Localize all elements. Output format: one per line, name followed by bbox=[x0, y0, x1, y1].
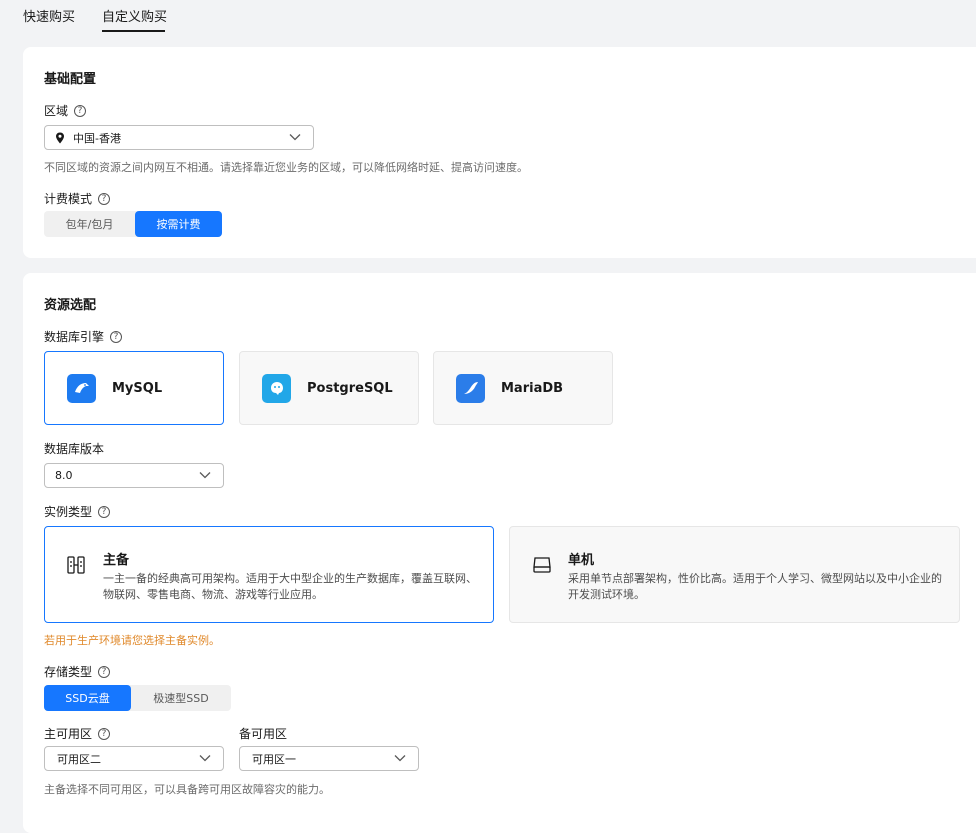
storage-label: 存储类型 bbox=[44, 665, 93, 679]
region-label-row: 区域 ? bbox=[44, 102, 87, 119]
instance-desc: 一主一备的经典高可用架构。适用于大中型企业的生产数据库，覆盖互联网、 物联网、零… bbox=[103, 571, 477, 603]
instance-title: 单机 bbox=[568, 553, 595, 568]
instance-option-primary-standby[interactable]: 主备 一主一备的经典高可用架构。适用于大中型企业的生产数据库，覆盖互联网、 物联… bbox=[44, 526, 494, 623]
billing-option-yearly[interactable]: 包年/包月 bbox=[44, 211, 135, 237]
engine-name: MariaDB bbox=[501, 380, 564, 396]
chevron-down-icon bbox=[199, 472, 211, 479]
storage-label-row: 存储类型 ? bbox=[44, 663, 111, 680]
tab-custom-buy[interactable]: 自定义购买 bbox=[102, 6, 167, 25]
instance-desc-line: 开发测试环境。 bbox=[568, 588, 645, 601]
basic-config-title: 基础配置 bbox=[44, 72, 97, 87]
storage-option-ultra-ssd[interactable]: 极速型SSD bbox=[131, 685, 231, 711]
billing-label-row: 计费模式 ? bbox=[44, 190, 111, 207]
help-icon[interactable]: ? bbox=[98, 505, 111, 518]
resource-config-card: 资源选配 数据库引擎 ? MySQL PostgreSQL MariaDB 数据… bbox=[23, 273, 976, 833]
version-select[interactable]: 8.0 bbox=[44, 463, 224, 488]
engine-label-row: 数据库引擎 ? bbox=[44, 328, 123, 345]
billing-mode-switch: 包年/包月 按需计费 bbox=[44, 211, 222, 237]
region-hint: 不同区域的资源之间内网互不相通。请选择靠近您业务的区域，可以降低网络时延、提高访… bbox=[44, 161, 528, 174]
instance-desc-line: 采用单节点部署架构，性价比高。适用于个人学习、微型网站以及中小企业的 bbox=[568, 572, 942, 585]
instance-label-row: 实例类型 ? bbox=[44, 503, 111, 520]
billing-label: 计费模式 bbox=[44, 192, 93, 206]
instance-warning: 若用于生产环境请您选择主备实例。 bbox=[44, 634, 220, 647]
tab-quick-buy[interactable]: 快速购买 bbox=[23, 6, 75, 25]
basic-config-card: 基础配置 区域 ? 中国-香港 不同区域的资源之间内网互不相通。请选择靠近您业务… bbox=[23, 47, 976, 258]
primary-az-select[interactable]: 可用区二 bbox=[44, 746, 224, 771]
instance-option-single[interactable]: 单机 采用单节点部署架构，性价比高。适用于个人学习、微型网站以及中小企业的 开发… bbox=[509, 526, 960, 623]
active-tab-indicator bbox=[102, 30, 165, 32]
primary-az-value: 可用区二 bbox=[57, 752, 101, 766]
help-icon[interactable]: ? bbox=[98, 192, 111, 205]
mysql-logo-icon bbox=[67, 373, 96, 403]
region-value: 中国-香港 bbox=[73, 131, 121, 145]
version-label: 数据库版本 bbox=[44, 442, 105, 456]
help-icon[interactable]: ? bbox=[74, 104, 87, 117]
mariadb-logo-icon bbox=[456, 373, 485, 403]
engine-option-postgresql[interactable]: PostgreSQL bbox=[239, 351, 419, 425]
primary-standby-icon bbox=[67, 556, 85, 574]
chevron-down-icon bbox=[289, 134, 301, 141]
primary-az-label-row: 主可用区 ? bbox=[44, 725, 111, 742]
purchase-tabs: 快速购买 自定义购买 bbox=[0, 0, 976, 36]
instance-desc-line: 一主一备的经典高可用架构。适用于大中型企业的生产数据库，覆盖互联网、 bbox=[103, 572, 477, 585]
chevron-down-icon bbox=[199, 755, 211, 762]
engine-name: MySQL bbox=[112, 380, 163, 396]
postgresql-logo-icon bbox=[262, 373, 291, 403]
location-pin-icon bbox=[56, 132, 64, 143]
help-icon[interactable]: ? bbox=[98, 727, 111, 740]
region-label: 区域 bbox=[44, 104, 69, 118]
engine-option-mysql[interactable]: MySQL bbox=[44, 351, 224, 425]
instance-desc-line: 物联网、零售电商、物流、游戏等行业应用。 bbox=[103, 588, 323, 601]
engine-option-mariadb[interactable]: MariaDB bbox=[433, 351, 613, 425]
standby-az-value: 可用区一 bbox=[252, 752, 296, 766]
region-select[interactable]: 中国-香港 bbox=[44, 125, 314, 150]
resource-config-title: 资源选配 bbox=[44, 298, 97, 313]
version-value: 8.0 bbox=[55, 469, 73, 482]
instance-title: 主备 bbox=[103, 553, 130, 568]
single-node-icon bbox=[533, 557, 551, 573]
engine-name: PostgreSQL bbox=[307, 380, 393, 396]
instance-label: 实例类型 bbox=[44, 505, 93, 519]
storage-type-switch: SSD云盘 极速型SSD bbox=[44, 685, 231, 711]
engine-label: 数据库引擎 bbox=[44, 330, 105, 344]
az-hint: 主备选择不同可用区，可以具备跨可用区故障容灾的能力。 bbox=[44, 783, 330, 796]
primary-az-label: 主可用区 bbox=[44, 727, 93, 741]
help-icon[interactable]: ? bbox=[110, 330, 123, 343]
standby-az-label: 备可用区 bbox=[239, 727, 288, 741]
help-icon[interactable]: ? bbox=[98, 665, 111, 678]
chevron-down-icon bbox=[394, 755, 406, 762]
storage-option-ssd[interactable]: SSD云盘 bbox=[44, 685, 131, 711]
standby-az-select[interactable]: 可用区一 bbox=[239, 746, 419, 771]
instance-desc: 采用单节点部署架构，性价比高。适用于个人学习、微型网站以及中小企业的 开发测试环… bbox=[568, 571, 942, 603]
billing-option-on-demand[interactable]: 按需计费 bbox=[135, 211, 222, 237]
